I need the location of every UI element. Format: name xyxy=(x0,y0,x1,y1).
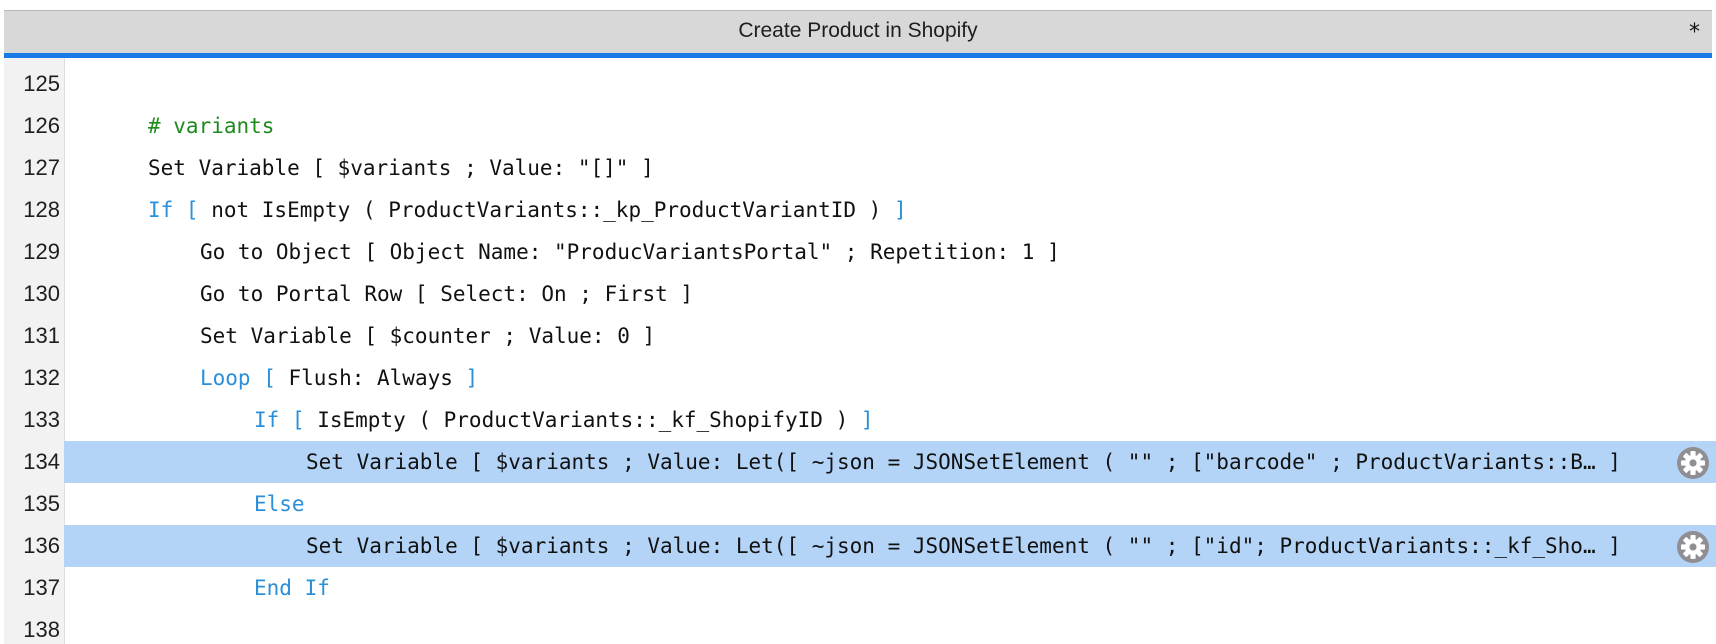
line-number: 135 xyxy=(23,491,60,516)
step-keyword: If [ xyxy=(254,408,318,432)
step-text: Set Variable [ $variants ; Value: Let([ … xyxy=(306,534,1621,558)
line-number: 134 xyxy=(23,449,60,474)
line-number: 128 xyxy=(23,197,60,222)
script-step-text: If [ not IsEmpty ( ProductVariants::_kp_… xyxy=(148,189,907,231)
script-step-text: Set Variable [ $counter ; Value: 0 ] xyxy=(200,315,655,357)
script-step-text: If [ IsEmpty ( ProductVariants::_kf_Shop… xyxy=(254,399,874,441)
script-step-text: Go to Portal Row [ Select: On ; First ] xyxy=(200,273,693,315)
script-step-row[interactable]: 125 xyxy=(4,63,1716,105)
line-number: 129 xyxy=(23,239,60,264)
line-number: 137 xyxy=(23,575,60,600)
script-step-list: 125 126 # variants 127 Set Variable [ $varia… xyxy=(4,63,1716,644)
line-number: 130 xyxy=(23,281,60,306)
script-step-text: Set Variable [ $variants ; Value: "[]" ] xyxy=(148,147,654,189)
script-step-row[interactable]: 129 Go to Object [ Object Name: "ProducVa… xyxy=(4,231,1716,273)
script-step-row[interactable]: 133 If [ IsEmpty ( ProductVariants::_kf_S… xyxy=(4,399,1716,441)
script-step-row[interactable]: 127 Set Variable [ $variants ; Value: "[]… xyxy=(4,147,1716,189)
step-text: Set Variable [ $variants ; Value: Let([ … xyxy=(306,450,1621,474)
script-step-text: Else xyxy=(254,483,305,525)
step-keyword: Else xyxy=(254,492,305,516)
script-step-row[interactable]: 132 Loop [ Flush: Always ] xyxy=(4,357,1716,399)
step-keyword: ] xyxy=(893,198,907,222)
modified-indicator: * xyxy=(1689,20,1700,45)
step-keyword: ] xyxy=(465,366,479,390)
script-step-row[interactable]: 137 End If xyxy=(4,567,1716,609)
script-step-row[interactable]: 131 Set Variable [ $counter ; Value: 0 ] xyxy=(4,315,1716,357)
line-number: 132 xyxy=(23,365,60,390)
script-step-row[interactable]: 126 # variants xyxy=(4,105,1716,147)
line-number: 131 xyxy=(23,323,60,348)
line-number: 126 xyxy=(23,113,60,138)
step-text: Set Variable [ $counter ; Value: 0 ] xyxy=(200,324,656,348)
step-keyword: ] xyxy=(860,408,874,432)
script-step-row[interactable]: 138 xyxy=(4,609,1716,644)
step-keyword: End If xyxy=(254,576,330,600)
active-tab-accent-bar xyxy=(4,53,1712,58)
step-keyword: If [ xyxy=(148,198,212,222)
step-keyword: Loop [ xyxy=(200,366,289,390)
line-number: 125 xyxy=(23,71,60,96)
script-step-text: Set Variable [ $variants ; Value: Let([ … xyxy=(306,441,1621,483)
script-step-row[interactable]: 130 Go to Portal Row [ Select: On ; First… xyxy=(4,273,1716,315)
title-bar: Create Product in Shopify * xyxy=(4,10,1712,54)
step-comment: # variants xyxy=(148,114,275,138)
script-step-row[interactable]: 128 If [ not IsEmpty ( ProductVariants::_… xyxy=(4,189,1716,231)
script-editor-window: Create Product in Shopify * 125 126 # vari… xyxy=(0,0,1716,644)
line-number: 136 xyxy=(23,533,60,558)
step-text: Flush: Always xyxy=(288,366,466,390)
step-text: IsEmpty ( ProductVariants::_kf_ShopifyID… xyxy=(317,408,861,432)
line-number: 133 xyxy=(23,407,60,432)
script-step-text: Loop [ Flush: Always ] xyxy=(200,357,478,399)
gear-icon[interactable] xyxy=(1676,446,1710,480)
line-number: 127 xyxy=(23,155,60,180)
step-text: not IsEmpty ( ProductVariants::_kp_Produ… xyxy=(211,198,894,222)
script-step-text: Go to Object [ Object Name: "ProducVaria… xyxy=(200,231,1060,273)
window-title: Create Product in Shopify xyxy=(738,19,978,42)
step-text: Set Variable [ $variants ; Value: "[]" ] xyxy=(148,156,654,180)
gear-icon[interactable] xyxy=(1676,530,1710,564)
step-text: Go to Object [ Object Name: "ProducVaria… xyxy=(200,240,1060,264)
script-step-text: End If xyxy=(254,567,330,609)
script-step-row[interactable]: 135 Else xyxy=(4,483,1716,525)
script-step-row[interactable]: 136 Set Variable [ $variants ; Value: Let… xyxy=(4,525,1716,567)
script-step-text: # variants xyxy=(148,105,274,147)
line-number: 138 xyxy=(23,617,60,642)
script-step-text: Set Variable [ $variants ; Value: Let([ … xyxy=(306,525,1621,567)
step-text: Go to Portal Row [ Select: On ; First ] xyxy=(200,282,694,306)
script-step-row[interactable]: 134 Set Variable [ $variants ; Value: Let… xyxy=(4,441,1716,483)
